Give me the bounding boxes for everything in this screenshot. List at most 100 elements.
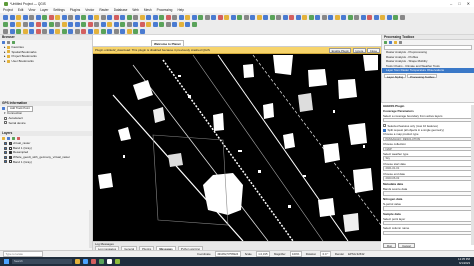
n-petrol-input[interactable]: [383, 205, 472, 211]
toolbar-tool-icon[interactable]: [87, 15, 93, 20]
toolbar-tool-icon[interactable]: [399, 15, 405, 20]
toolbar-tool-icon[interactable]: [68, 22, 73, 27]
remove-layer-icon[interactable]: [17, 137, 20, 141]
toolbar-tool-icon[interactable]: [126, 22, 132, 27]
checkbox-icon[interactable]: [383, 128, 386, 132]
weather-type-select[interactable]: Sky: [383, 156, 472, 162]
toolbar-tool-icon[interactable]: [139, 22, 145, 27]
toolbar-tool-icon[interactable]: [373, 15, 379, 20]
toolbar-tool-icon[interactable]: [81, 22, 86, 27]
maximize-icon[interactable]: □: [458, 1, 460, 6]
toolbar-tool-icon[interactable]: [256, 15, 262, 20]
toolbar-tool-icon[interactable]: [35, 29, 41, 34]
toolbar-tool-icon[interactable]: [16, 22, 21, 27]
toolbar-tool-icon[interactable]: [295, 15, 301, 20]
toolbar-tool-icon[interactable]: [68, 15, 73, 20]
toolbar-tool-icon[interactable]: [178, 15, 184, 20]
toolbar-tool-icon[interactable]: [341, 15, 346, 20]
toolbar-tool-icon[interactable]: [289, 15, 294, 20]
taskbar-app-icon[interactable]: [107, 259, 112, 264]
toolbar-tool-icon[interactable]: [243, 15, 249, 20]
toolbar-tool-icon[interactable]: [269, 15, 275, 20]
taskbar-app-icon[interactable]: [99, 259, 104, 264]
toolbar-tool-icon[interactable]: [198, 15, 203, 20]
menu-item-web[interactable]: Web: [132, 8, 139, 12]
bands-select[interactable]: [383, 191, 472, 196]
menu-item-settings[interactable]: Settings: [53, 8, 65, 12]
toolbar-tool-icon[interactable]: [87, 22, 93, 27]
toolbar-tool-icon[interactable]: [55, 22, 60, 27]
toolbar-tool-icon[interactable]: [3, 29, 8, 34]
toolbar-tool-icon[interactable]: [354, 15, 359, 20]
toolbar-tool-icon[interactable]: [315, 15, 320, 20]
run-button[interactable]: Run: [383, 243, 397, 248]
layer-visibility-checkbox[interactable]: [4, 146, 7, 150]
toolbar-tool-icon[interactable]: [321, 15, 327, 20]
toolbar-tool-icon[interactable]: [263, 15, 268, 20]
toolbar-tool-icon[interactable]: [16, 29, 21, 34]
menu-item-database[interactable]: Database: [114, 8, 128, 12]
toolbar-tool-icon[interactable]: [139, 29, 145, 34]
toolbar-tool-icon[interactable]: [328, 15, 333, 20]
toolbar-tool-icon[interactable]: [185, 22, 190, 27]
toolbar-tool-icon[interactable]: [367, 15, 372, 20]
refresh-icon[interactable]: [2, 41, 5, 44]
toolbar-tool-icon[interactable]: [217, 15, 223, 20]
toolbar-tool-icon[interactable]: [107, 15, 112, 20]
filter-icon[interactable]: [7, 41, 10, 44]
toolbar-tool-icon[interactable]: [22, 15, 28, 20]
toolbar-tool-icon[interactable]: [250, 15, 255, 20]
toolbar-tool-icon[interactable]: [55, 15, 60, 20]
toolbar-tool-icon[interactable]: [9, 29, 15, 34]
toolbar-tool-icon[interactable]: [113, 22, 119, 27]
toolbar-tool-icon[interactable]: [204, 15, 210, 20]
toolbar-tool-icon[interactable]: [133, 15, 138, 20]
toolbar-tool-icon[interactable]: [126, 15, 132, 20]
start-date-input[interactable]: 2021-01-01: [383, 166, 472, 172]
toolbar-tool-icon[interactable]: [178, 22, 184, 27]
menu-item-raster[interactable]: Raster: [99, 8, 108, 12]
toolbar-tool-icon[interactable]: [100, 22, 106, 27]
toolbar-tool-icon[interactable]: [282, 15, 288, 20]
toolbar-tool-icon[interactable]: [94, 22, 99, 27]
toolbar-tool-icon[interactable]: [61, 15, 67, 20]
toolbar-tool-icon[interactable]: [276, 15, 281, 20]
settings-icon[interactable]: [399, 41, 402, 44]
toolbar-tool-icon[interactable]: [9, 22, 15, 27]
radio-icon[interactable]: [4, 121, 7, 125]
toolbar-tool-icon[interactable]: [48, 22, 54, 27]
toolbar-tool-icon[interactable]: [302, 15, 307, 20]
menu-item-vector[interactable]: Vector: [85, 8, 94, 12]
toolbar-tool-icon[interactable]: [191, 15, 197, 20]
toolbar-tool-icon[interactable]: [3, 22, 8, 27]
toolbar-tool-icon[interactable]: [185, 15, 190, 20]
toolbar-tool-icon[interactable]: [380, 15, 385, 20]
toolbar-tool-icon[interactable]: [42, 15, 47, 20]
toolbar-tool-icon[interactable]: [152, 15, 158, 20]
toolbar-tool-icon[interactable]: [386, 15, 392, 20]
cancel-button[interactable]: Cancel: [398, 243, 415, 248]
close-icon[interactable]: ✕: [467, 1, 470, 6]
toolbar-tool-icon[interactable]: [87, 29, 93, 34]
toolbar-tool-icon[interactable]: [237, 15, 242, 20]
menu-item-plugins[interactable]: Plugins: [70, 8, 80, 12]
toolbar-tool-icon[interactable]: [74, 22, 80, 27]
toolbar-tool-icon[interactable]: [100, 15, 106, 20]
toolbar-tool-icon[interactable]: [172, 15, 177, 20]
toolbar-tool-icon[interactable]: [159, 22, 164, 27]
toolbar-tool-icon[interactable]: [191, 22, 197, 27]
toolbar-tool-icon[interactable]: [120, 29, 125, 34]
toolbar-tool-icon[interactable]: [146, 22, 151, 27]
tab-layer-styling[interactable]: Layer Styling: [384, 73, 407, 79]
toolbar-tool-icon[interactable]: [94, 15, 99, 20]
checkbox-icon[interactable]: [383, 124, 386, 128]
toolbar-tool-icon[interactable]: [159, 15, 164, 20]
toolbar-tool-icon[interactable]: [133, 22, 138, 27]
menu-item-edit[interactable]: Edit: [18, 8, 24, 12]
crs-button[interactable]: EPSG:32632: [348, 252, 364, 256]
add-group-icon[interactable]: [7, 137, 10, 141]
toolbar-tool-icon[interactable]: [146, 15, 151, 20]
map-product-select[interactable]: PASSAGGIO_RESOLUTION: [383, 136, 472, 142]
toolbar-tool-icon[interactable]: [74, 15, 80, 20]
tab-processing-toolbox[interactable]: Processing Toolbox: [407, 73, 438, 79]
